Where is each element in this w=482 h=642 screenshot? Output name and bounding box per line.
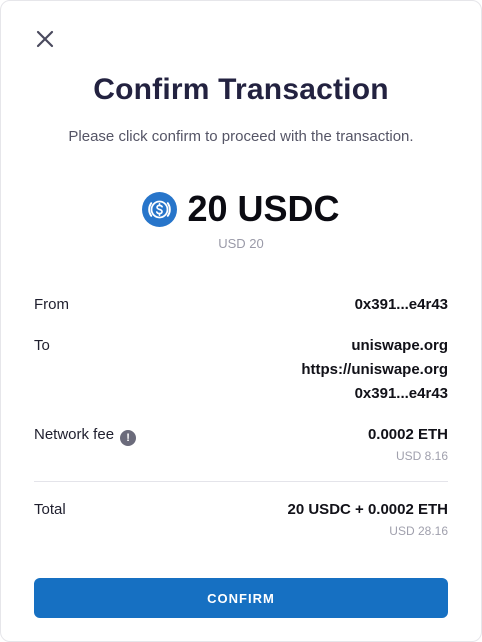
from-label: From	[34, 296, 69, 313]
page-subtitle: Please click confirm to proceed with the…	[68, 128, 414, 145]
network-fee-label: Network fee!	[34, 426, 137, 446]
close-icon	[36, 30, 54, 48]
close-button[interactable]	[34, 28, 56, 50]
confirm-transaction-modal: Confirm Transaction Please click confirm…	[0, 0, 482, 642]
amount-value: 20 USDC	[187, 188, 340, 229]
network-fee-value: 0.0002 ETH	[367, 426, 448, 443]
usdc-icon	[142, 191, 178, 227]
network-fee-label-text: Network fee	[34, 426, 115, 443]
to-site-url: https://uniswape.org	[301, 361, 448, 378]
amount-usd: USD 20	[218, 236, 264, 251]
to-label: To	[34, 337, 50, 354]
total-usd: USD 28.16	[389, 524, 448, 538]
to-address: 0x391...e4r43	[354, 385, 448, 402]
total-label: Total	[34, 501, 66, 518]
total-value: 20 USDC + 0.0002 ETH	[287, 501, 449, 518]
confirm-button[interactable]: CONFIRM	[34, 578, 448, 618]
page-title: Confirm Transaction	[93, 73, 389, 106]
from-address: 0x391...e4r43	[354, 296, 448, 313]
info-icon[interactable]: !	[120, 430, 137, 446]
to-site-name: uniswape.org	[351, 337, 448, 354]
divider	[34, 481, 448, 482]
amount-row: 20 USDC	[1, 188, 481, 230]
network-fee-usd: USD 8.16	[395, 449, 448, 463]
